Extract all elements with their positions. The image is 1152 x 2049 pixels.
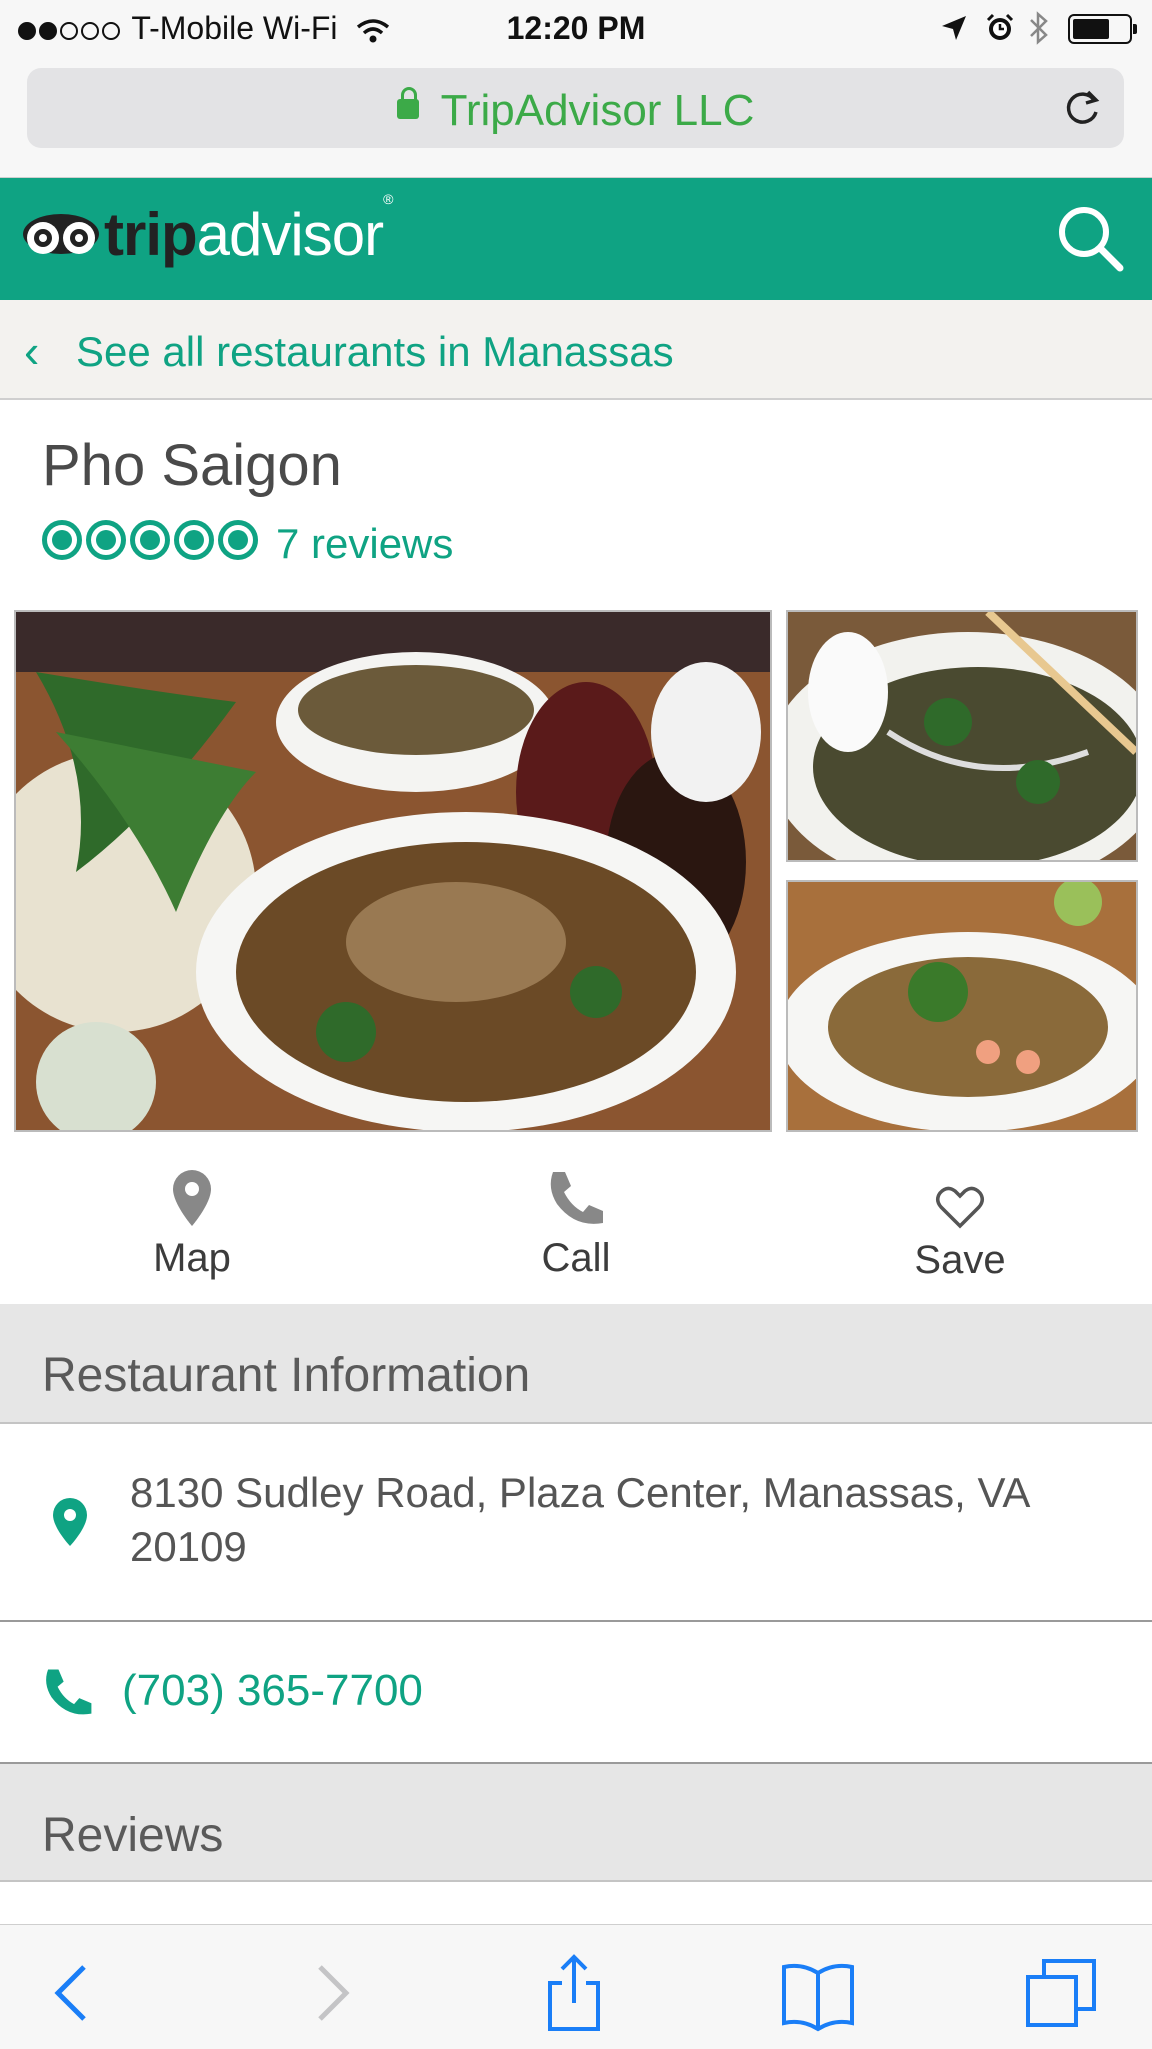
status-bar: T-Mobile Wi-Fi 12:20 PM <box>0 0 1152 60</box>
rating-bubble-icon <box>86 520 126 560</box>
url-field[interactable]: TripAdvisor LLC <box>27 68 1124 148</box>
chevron-left-icon: ‹ <box>24 325 40 377</box>
site-header: tripadvisor® <box>0 178 1152 300</box>
address-text: 8130 Sudley Road, Plaza Center, Manassas… <box>130 1469 1029 1570</box>
url-display: TripAdvisor LLC <box>27 86 1124 136</box>
clock: 12:20 PM <box>506 10 646 46</box>
phone-number-link[interactable]: (703) 365-7700 <box>122 1666 423 1716</box>
logo-advisor: advisor <box>196 201 384 268</box>
page-title: Pho Saigon <box>42 433 342 498</box>
breadcrumb[interactable]: ‹ See all restaurants in Manassas <box>0 300 1152 400</box>
photo-fried-rice[interactable] <box>786 880 1138 1132</box>
alarm-icon <box>986 13 1014 40</box>
photo-pho-closeup[interactable] <box>786 610 1138 862</box>
registered-mark-icon: ® <box>383 191 393 207</box>
rating-bubble-icon <box>218 520 258 560</box>
save-button[interactable]: Save <box>840 1186 1080 1283</box>
bluetooth-icon <box>1030 11 1048 45</box>
logo-trip: trip <box>104 201 198 268</box>
rating-bubble-icon <box>42 520 82 560</box>
section-title: Reviews <box>42 1809 224 1862</box>
tabs-icon[interactable] <box>1022 1953 1102 2033</box>
lock-icon <box>396 87 419 120</box>
reload-icon[interactable] <box>1060 86 1104 130</box>
heart-icon <box>936 1186 984 1229</box>
photo-pho-main[interactable] <box>14 610 772 1132</box>
map-pin-icon <box>173 1170 211 1226</box>
reviews-header: Reviews <box>0 1764 1152 1882</box>
browser-address-bar: TripAdvisor LLC <box>0 60 1152 178</box>
phone-icon <box>550 1172 603 1224</box>
map-button[interactable]: Map <box>72 1168 312 1281</box>
map-label: Map <box>153 1236 231 1280</box>
tripadvisor-owl-logo-icon[interactable] <box>22 212 100 262</box>
call-button[interactable]: Call <box>456 1168 696 1281</box>
browser-toolbar <box>0 1924 1152 2049</box>
battery-icon <box>1068 14 1137 44</box>
breadcrumb-link[interactable]: See all restaurants in Manassas <box>76 328 674 376</box>
bookmarks-icon[interactable] <box>778 1953 858 2033</box>
map-pin-icon <box>53 1498 87 1546</box>
rating-bubbles <box>42 520 262 565</box>
call-label: Call <box>541 1236 611 1280</box>
tripadvisor-wordmark[interactable]: tripadvisor® <box>104 191 393 269</box>
phone-icon <box>46 1669 92 1715</box>
restaurant-info-header: Restaurant Information <box>0 1304 1152 1424</box>
url-title: TripAdvisor LLC <box>440 86 755 135</box>
reviews-count-link[interactable]: 7 reviews <box>276 520 453 568</box>
share-icon[interactable] <box>534 1953 614 2033</box>
forward-icon[interactable] <box>290 1953 370 2033</box>
location-arrow-icon <box>942 16 966 40</box>
save-label: Save <box>914 1238 1006 1282</box>
section-title: Restaurant Information <box>42 1349 531 1402</box>
search-icon[interactable] <box>1054 202 1126 274</box>
rating-bubble-icon <box>174 520 214 560</box>
back-icon[interactable] <box>34 1953 114 2033</box>
rating-bubble-icon <box>130 520 170 560</box>
